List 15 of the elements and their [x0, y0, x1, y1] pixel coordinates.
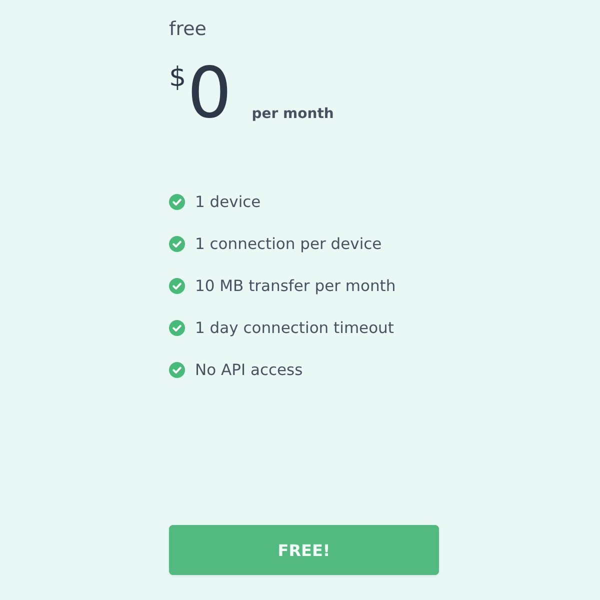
- currency-symbol: $: [169, 63, 186, 93]
- feature-text: 1 day connection timeout: [195, 318, 394, 338]
- check-icon: [169, 194, 185, 210]
- price-period: per month: [252, 105, 334, 123]
- feature-text: 1 device: [195, 192, 261, 212]
- check-icon: [169, 278, 185, 294]
- check-icon: [169, 320, 185, 336]
- free-plan-button[interactable]: FREE!: [169, 525, 439, 575]
- check-icon: [169, 362, 185, 378]
- check-icon: [169, 236, 185, 252]
- feature-text: 1 connection per device: [195, 234, 382, 254]
- feature-text: No API access: [195, 360, 303, 380]
- price-amount: 0: [187, 57, 232, 129]
- feature-text: 10 MB transfer per month: [195, 276, 396, 296]
- plan-name: free: [169, 17, 206, 41]
